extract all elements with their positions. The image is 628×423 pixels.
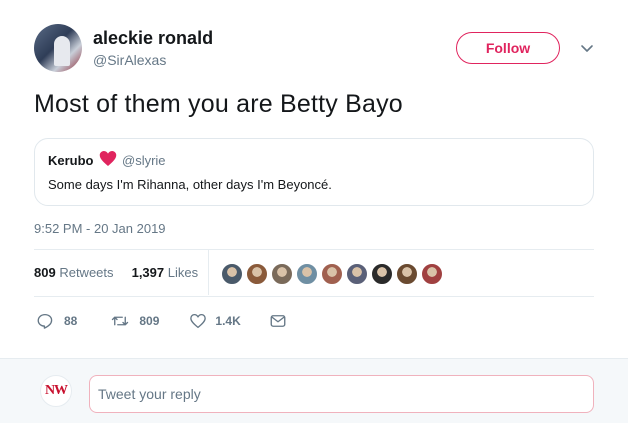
- tweet-stats: 809 Retweets 1,397 Likes: [34, 265, 198, 280]
- reply-input[interactable]: [89, 375, 594, 413]
- tweet-timestamp[interactable]: 9:52 PM - 20 Jan 2019: [34, 221, 166, 236]
- quoted-tweet[interactable]: Kerubo @slyrie Some days I'm Rihanna, ot…: [34, 138, 594, 206]
- retweet-button[interactable]: 809: [111, 312, 159, 330]
- user-avatar[interactable]: NW: [40, 375, 72, 407]
- stats-separator: [208, 250, 209, 295]
- reply-icon: [37, 313, 53, 329]
- reply-button[interactable]: 88: [36, 312, 77, 330]
- liker-avatars: [220, 262, 445, 286]
- tweet-actions: 88 809 1.4K: [36, 312, 287, 330]
- quoted-tweet-text: Some days I'm Rihanna, other days I'm Be…: [48, 177, 332, 192]
- direct-message-button[interactable]: [269, 312, 287, 330]
- liker-avatar[interactable]: [420, 262, 444, 286]
- author-name[interactable]: aleckie ronald: [93, 28, 213, 49]
- liker-avatar[interactable]: [220, 262, 244, 286]
- chevron-down-icon[interactable]: [579, 40, 595, 56]
- retweets-label: Retweets: [59, 265, 114, 280]
- liker-avatar[interactable]: [245, 262, 269, 286]
- retweets-count: 809: [34, 265, 56, 280]
- liker-avatar[interactable]: [370, 262, 394, 286]
- divider: [34, 249, 594, 250]
- author-avatar[interactable]: [34, 24, 82, 72]
- reply-count: 88: [64, 314, 78, 328]
- heart-icon: [190, 313, 207, 329]
- like-count: 1.4K: [215, 314, 241, 328]
- likes-stat[interactable]: 1,397 Likes: [132, 265, 199, 280]
- quoted-author-name: Kerubo: [48, 153, 94, 168]
- liker-avatar[interactable]: [345, 262, 369, 286]
- likes-count: 1,397: [131, 265, 165, 280]
- retweet-count: 809: [139, 314, 160, 328]
- tweet-text: Most of them you are Betty Bayo: [34, 90, 403, 118]
- follow-button[interactable]: Follow: [456, 32, 560, 64]
- retweets-stat[interactable]: 809 Retweets: [34, 265, 114, 280]
- author-handle[interactable]: @SirAlexas: [93, 52, 166, 68]
- likes-label: Likes: [167, 265, 199, 280]
- envelope-icon: [270, 315, 286, 327]
- like-button[interactable]: 1.4K: [189, 312, 241, 330]
- liker-avatar[interactable]: [395, 262, 419, 286]
- liker-avatar[interactable]: [320, 262, 344, 286]
- heart-emoji-icon: [99, 151, 117, 166]
- liker-avatar[interactable]: [295, 262, 319, 286]
- liker-avatar[interactable]: [270, 262, 294, 286]
- retweet-icon: [112, 316, 129, 326]
- divider: [34, 296, 594, 297]
- quoted-author-handle: @slyrie: [122, 153, 166, 168]
